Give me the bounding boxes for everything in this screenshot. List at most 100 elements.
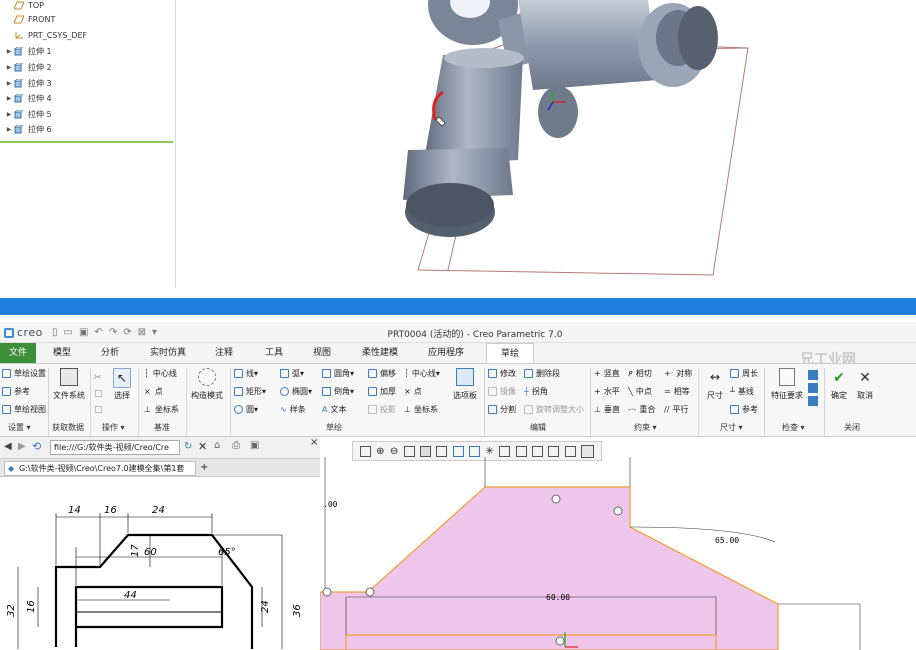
browser-tab[interactable]: ◆ G:\软件类-视频\Creo\Creo7.0建模全集\第1套 xyxy=(4,461,196,476)
home-page-icon[interactable]: ⌂ xyxy=(214,440,220,451)
group-dimension[interactable]: 尺寸 ▾ xyxy=(720,422,743,433)
cancel-button[interactable]: ✕ 取消 xyxy=(854,368,876,401)
tab-view[interactable]: 视图 xyxy=(302,343,342,363)
tab-tools[interactable]: 工具 xyxy=(254,343,294,363)
constraint-marker[interactable] xyxy=(551,494,561,504)
perpendicular-constraint-button[interactable]: ⊥ 垂直 xyxy=(594,404,620,415)
tree-item-extrude-2[interactable]: ▶ 拉伸 2 xyxy=(4,60,52,74)
project-button[interactable]: 投影 xyxy=(368,404,396,415)
baseline-button[interactable]: ┴ 基线 xyxy=(730,386,754,397)
datum-point-button[interactable]: × 点 xyxy=(144,386,163,397)
expand-arrow-icon[interactable]: ▶ xyxy=(4,80,14,87)
offset-button[interactable]: 偏移 xyxy=(368,368,396,379)
tab-analysis[interactable]: 分析 xyxy=(90,343,130,363)
close-window-icon[interactable]: ⊠ xyxy=(138,327,146,338)
regenerate-icon[interactable]: ⟳ xyxy=(123,327,131,338)
customize-icon[interactable]: ▾ xyxy=(152,327,157,338)
fillet-button[interactable]: 圆角 ▾ xyxy=(322,368,354,379)
expand-arrow-icon[interactable]: ▶ xyxy=(4,95,14,102)
mirror-button[interactable]: 镜像 xyxy=(488,386,516,397)
tab-model[interactable]: 模型 xyxy=(42,343,82,363)
parallel-constraint-button[interactable]: //平行 xyxy=(664,404,688,415)
save-icon[interactable]: ▣ xyxy=(79,327,88,338)
address-field[interactable]: file:///G:/软件类-视频/Creo/Cre xyxy=(50,440,180,455)
perimeter-button[interactable]: 周长 xyxy=(730,368,758,379)
clipboard-icons[interactable]: ✂ ▢ ▢ xyxy=(94,370,104,420)
symmetric-constraint-button[interactable]: +· 对称 xyxy=(664,368,692,379)
divide-button[interactable]: 分割 xyxy=(488,404,516,415)
datum-csys-button[interactable]: ⊥ 坐标系 xyxy=(144,404,179,415)
tangent-constraint-button[interactable]: ዖ 相切 xyxy=(628,368,652,379)
rectangle-button[interactable]: 矩形 ▾ xyxy=(234,386,266,397)
spline-button[interactable]: ∿ 样条 xyxy=(280,404,306,415)
expand-arrow-icon[interactable]: ▶ xyxy=(4,111,14,118)
reference-dim-button[interactable]: 参考 xyxy=(730,404,758,415)
sketch-centerline-button[interactable]: ┆ 中心线 ▾ xyxy=(404,368,440,379)
expand-arrow-icon[interactable]: ▶ xyxy=(4,126,14,133)
refresh-icon[interactable]: ↻ xyxy=(184,441,192,452)
corner-button[interactable]: ┼ 拐角 xyxy=(524,386,548,397)
feature-requirements-button[interactable]: 特征要求 xyxy=(768,368,806,401)
sketch-dim-left[interactable]: .00 xyxy=(323,500,338,509)
sketch-view-button[interactable]: 草绘视图 xyxy=(2,404,46,415)
text-button[interactable]: A 文本 xyxy=(322,404,346,415)
tree-item-extrude-3[interactable]: ▶ 拉伸 3 xyxy=(4,76,52,90)
circle-button[interactable]: 圆 ▾ xyxy=(234,404,258,415)
dimension-button[interactable]: ↔ 尺寸 xyxy=(702,368,728,401)
sketch-csys-button[interactable]: ⊥ 坐标系 xyxy=(404,404,438,415)
undo-icon[interactable]: ↶ xyxy=(94,327,102,338)
tab-flexible[interactable]: 柔性建模 xyxy=(352,343,408,363)
new-icon[interactable]: ▯ xyxy=(52,327,58,338)
palette-button[interactable]: 选项板 xyxy=(450,368,480,401)
tree-item-csys[interactable]: PRT_CSYS_DEF xyxy=(4,28,87,42)
thicken-button[interactable]: 加厚 xyxy=(368,386,396,397)
sketch-setup-button[interactable]: 草绘设置 xyxy=(2,368,46,379)
browser-close-icon[interactable]: × xyxy=(310,437,318,448)
datum-centerline-button[interactable]: ┆ 中心线 xyxy=(144,368,177,379)
new-tab-icon[interactable]: + xyxy=(200,462,208,473)
ellipse-button[interactable]: 椭圆 ▾ xyxy=(280,386,312,397)
forward-icon[interactable]: ▶ xyxy=(18,441,26,452)
tab-simulation[interactable]: 实时仿真 xyxy=(142,343,194,363)
constraint-marker[interactable] xyxy=(555,636,565,646)
tree-item-top[interactable]: TOP xyxy=(4,0,44,12)
save-page-icon[interactable]: ▣ xyxy=(250,440,259,451)
constraint-marker[interactable] xyxy=(365,587,375,597)
rotate-resize-button[interactable]: 旋转调整大小 xyxy=(524,404,584,415)
tree-item-front[interactable]: FRONT xyxy=(4,12,55,26)
constraint-marker[interactable] xyxy=(613,506,623,516)
redo-icon[interactable]: ↷ xyxy=(109,327,117,338)
tab-annotate[interactable]: 注释 xyxy=(204,343,244,363)
tree-item-extrude-5[interactable]: ▶ 拉伸 5 xyxy=(4,107,52,121)
sketch-dim-width[interactable]: 60.00 xyxy=(546,593,570,602)
inspect-small-icons[interactable] xyxy=(808,370,820,410)
references-button[interactable]: 参考 xyxy=(2,386,30,397)
horizontal-constraint-button[interactable]: + 水平 xyxy=(594,386,620,397)
delete-segment-button[interactable]: 删除段 xyxy=(524,368,560,379)
tab-file[interactable]: 文件 xyxy=(0,343,36,363)
line-button[interactable]: 线 ▾ xyxy=(234,368,258,379)
equal-constraint-button[interactable]: = 相等 xyxy=(664,386,690,397)
tree-item-extrude-4[interactable]: ▶ 拉伸 4 xyxy=(4,91,52,105)
sketch-dim-angle[interactable]: 65.00 xyxy=(715,536,739,545)
sketch-canvas[interactable]: .00 65.00 60.00 xyxy=(320,437,916,650)
midpoint-constraint-button[interactable]: ╲ 中点 xyxy=(628,386,652,397)
sketch-graphics-area[interactable]: ⊕ ⊖ ✳ .00 65.00 60.00 xyxy=(320,437,916,650)
expand-arrow-icon[interactable]: ▶ xyxy=(4,48,14,55)
constraint-marker[interactable] xyxy=(322,587,332,597)
coincident-constraint-button[interactable]: -·- 重合 xyxy=(628,404,655,415)
vertical-constraint-button[interactable]: + 竖直 xyxy=(594,368,620,379)
group-setup[interactable]: 设置 ▾ xyxy=(8,422,31,433)
expand-arrow-icon[interactable]: ▶ xyxy=(4,64,14,71)
3d-model-viewport[interactable] xyxy=(178,0,916,288)
print-icon[interactable]: ⎙ xyxy=(232,440,240,451)
file-system-button[interactable]: 文件系统 xyxy=(52,368,86,401)
sketch-point-button[interactable]: × 点 xyxy=(404,386,422,397)
tree-item-extrude-6[interactable]: ▶ 拉伸 6 xyxy=(4,122,52,136)
select-button[interactable]: ↖ 选择 xyxy=(110,368,134,401)
construction-mode-button[interactable]: 构造模式 xyxy=(188,368,226,401)
group-inspect[interactable]: 检查 ▾ xyxy=(782,422,805,433)
chamfer-button[interactable]: 倒角 ▾ xyxy=(322,386,354,397)
arc-button[interactable]: 弧 ▾ xyxy=(280,368,304,379)
tree-item-extrude-1[interactable]: ▶ 拉伸 1 xyxy=(4,44,52,58)
